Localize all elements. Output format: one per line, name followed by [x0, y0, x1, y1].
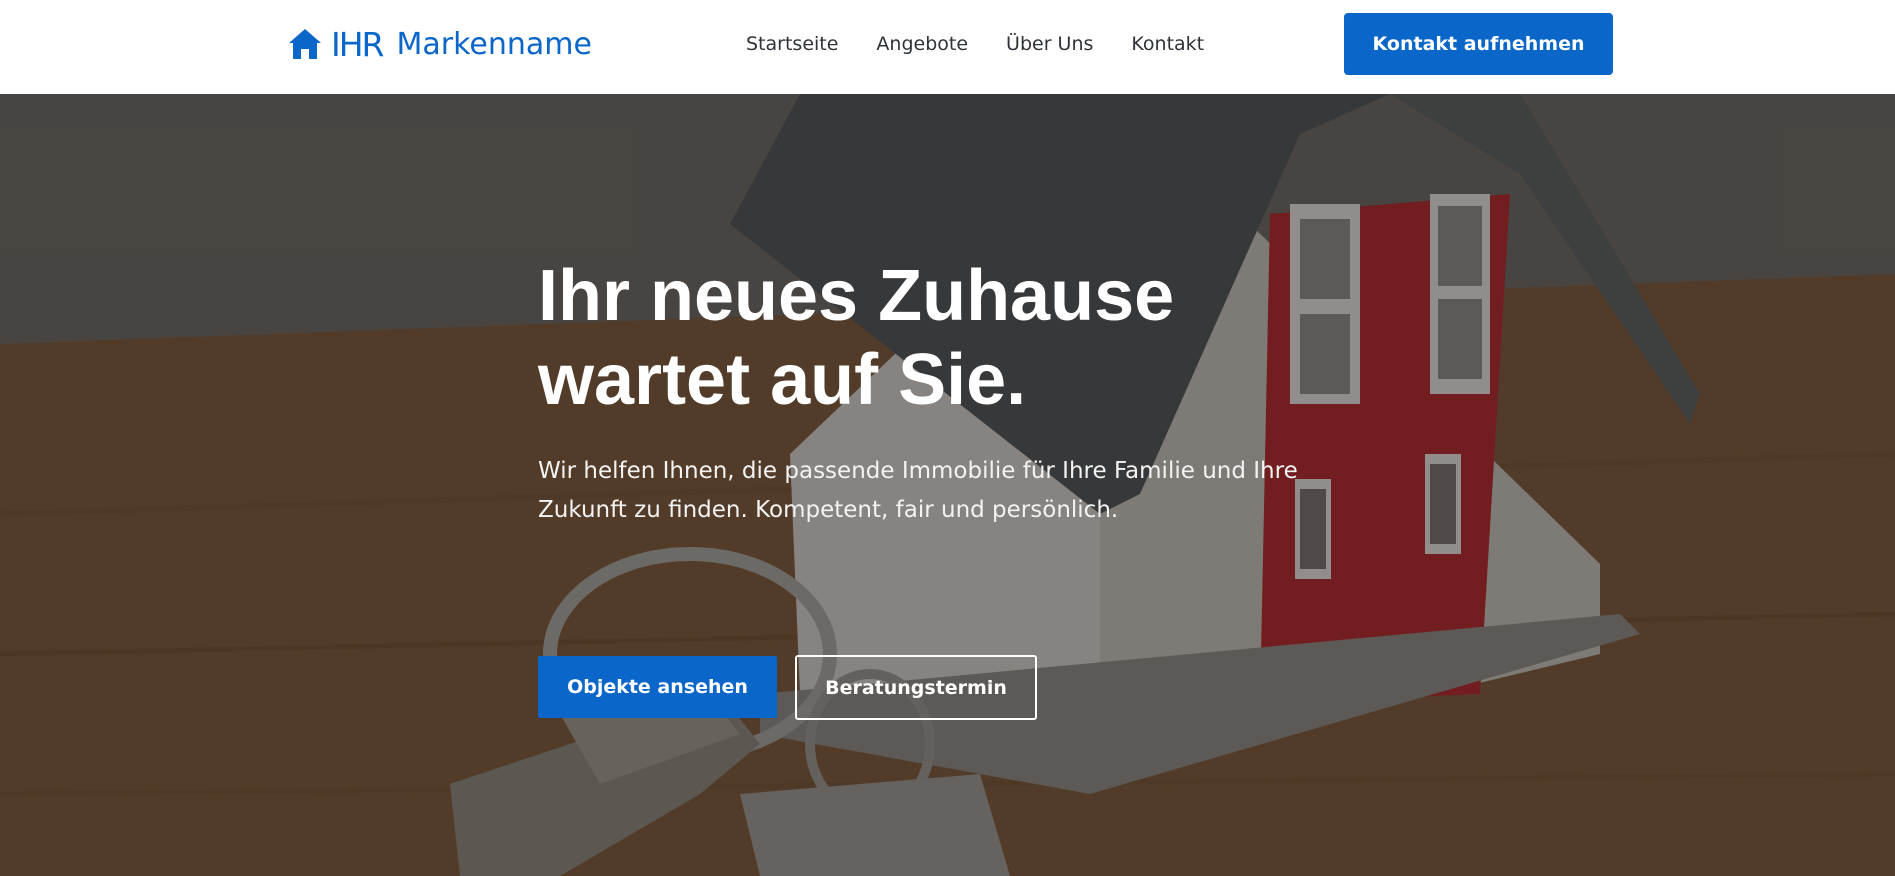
book-consultation-button[interactable]: Beratungstermin — [795, 655, 1037, 720]
view-listings-button[interactable]: Objekte ansehen — [538, 656, 777, 718]
hero-content: Ihr neues Zuhause wartet auf Sie. Wir he… — [538, 254, 1338, 720]
nav-item-kontakt[interactable]: Kontakt — [1131, 30, 1204, 58]
brand-name: Markenname — [396, 26, 592, 62]
hero-title: Ihr neues Zuhause wartet auf Sie. — [538, 254, 1238, 422]
hero-title-line-2: wartet auf Sie. — [538, 340, 1027, 420]
nav-item-angebote[interactable]: Angebote — [876, 30, 968, 58]
hero-section: Ihr neues Zuhause wartet auf Sie. Wir he… — [0, 94, 1895, 876]
house-icon — [287, 26, 323, 62]
nav-item-startseite[interactable]: Startseite — [746, 30, 838, 58]
site-header: IHR Markenname Startseite Angebote Über … — [0, 0, 1895, 94]
contact-cta-button[interactable]: Kontakt aufnehmen — [1344, 13, 1613, 75]
hero-description: Wir helfen Ihnen, die passende Immobilie… — [538, 458, 1298, 523]
brand-logo-link[interactable]: IHR Markenname — [287, 22, 592, 66]
hero-title-line-1: Ihr neues Zuhause — [538, 256, 1175, 336]
nav-item-ueber-uns[interactable]: Über Uns — [1006, 30, 1093, 58]
brand-mark: IHR — [331, 24, 385, 64]
hero-button-row: Objekte ansehen Beratungstermin — [538, 655, 1037, 720]
main-navigation: Startseite Angebote Über Uns Kontakt — [746, 30, 1204, 58]
